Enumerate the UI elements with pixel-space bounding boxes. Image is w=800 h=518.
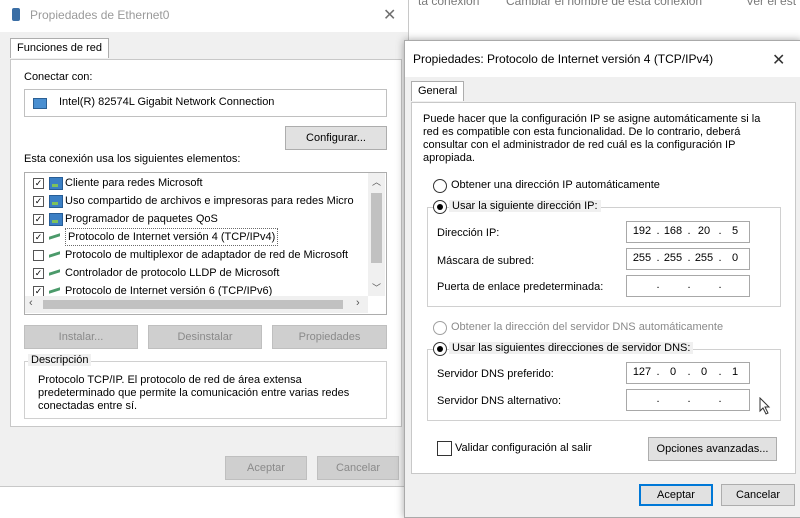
- vertical-scrollbar[interactable]: ︿ ﹀: [368, 173, 385, 296]
- ip-address-input[interactable]: 192. 168. 20. 5: [626, 221, 750, 243]
- ip-label: Dirección IP:: [437, 227, 500, 239]
- protocol-icon: [49, 269, 60, 276]
- connect-using-label: Conectar con:: [24, 71, 93, 83]
- qos-icon: [49, 213, 63, 226]
- checkbox[interactable]: ✓: [33, 268, 44, 279]
- elements-label: Esta conexión usa los siguientes element…: [24, 153, 241, 165]
- checkbox[interactable]: ✓: [33, 214, 44, 225]
- alternate-dns-input[interactable]: ...: [626, 389, 750, 411]
- protocol-icon: [49, 251, 60, 258]
- properties-button[interactable]: Propiedades: [272, 325, 387, 349]
- network-client-icon: [49, 177, 63, 190]
- radio-manual-dns[interactable]: [433, 342, 447, 356]
- ipv4-properties-window: Propiedades: Protocolo de Internet versi…: [404, 40, 800, 518]
- protocol-icon: [49, 233, 60, 240]
- close-icon[interactable]: ✕: [383, 5, 396, 25]
- preferred-dns-input[interactable]: 127. 0. 0. 1: [626, 362, 750, 384]
- radio-auto-dns[interactable]: [433, 321, 447, 335]
- gateway-label: Puerta de enlace predeterminada:: [437, 281, 604, 293]
- checkbox[interactable]: ✓: [33, 178, 44, 189]
- configure-button[interactable]: Configurar...: [285, 126, 387, 150]
- checkbox[interactable]: ✓: [33, 232, 44, 243]
- subnet-mask-input[interactable]: 255. 255. 255. 0: [626, 248, 750, 270]
- bg-link-1[interactable]: ta conexión: [418, 0, 479, 8]
- list-item[interactable]: Protocolo de multiplexor de adaptador de…: [25, 246, 367, 264]
- radio-auto-ip-label[interactable]: Obtener una dirección IP automáticamente: [451, 179, 660, 191]
- tab-general[interactable]: General: [411, 81, 465, 101]
- bg-link-rename[interactable]: Cambiar el nombre de esta conexión: [506, 0, 702, 8]
- horizontal-scrollbar[interactable]: ‹ ›: [25, 296, 368, 313]
- title-bar: Propiedades de Ethernet0 ✕: [0, 0, 408, 32]
- scroll-down-icon[interactable]: ﹀: [372, 281, 381, 294]
- scroll-left-icon[interactable]: ‹: [29, 297, 33, 309]
- cancel-button[interactable]: Cancelar: [317, 456, 399, 480]
- validate-label[interactable]: Validar configuración al salir: [455, 442, 592, 454]
- install-button[interactable]: Instalar...: [24, 325, 138, 349]
- network-icon: [12, 8, 20, 21]
- mouse-cursor-icon: [759, 397, 771, 415]
- checkbox[interactable]: ✓: [33, 196, 44, 207]
- adapter-icon: [33, 98, 47, 109]
- checkbox[interactable]: [33, 250, 44, 261]
- radio-manual-ip-label[interactable]: Usar la siguiente dirección IP:: [449, 200, 601, 212]
- radio-auto-ip[interactable]: [433, 179, 447, 193]
- file-sharing-icon: [49, 195, 63, 208]
- scroll-thumb-h[interactable]: [43, 300, 343, 309]
- scroll-up-icon[interactable]: ︿: [372, 175, 381, 188]
- gateway-input[interactable]: ...: [626, 275, 750, 297]
- validate-checkbox[interactable]: [437, 441, 452, 456]
- protocol-icon: [49, 287, 60, 294]
- adapter-field: Intel(R) 82574L Gigabit Network Connecti…: [24, 89, 387, 117]
- radio-manual-dns-label[interactable]: Usar las siguientes direcciones de servi…: [449, 342, 694, 354]
- dns2-label: Servidor DNS alternativo:: [437, 395, 562, 407]
- uninstall-button[interactable]: Desinstalar: [148, 325, 262, 349]
- radio-auto-dns-label[interactable]: Obtener la dirección del servidor DNS au…: [451, 321, 723, 333]
- ok-button[interactable]: Aceptar: [639, 484, 713, 506]
- adapter-name: Intel(R) 82574L Gigabit Network Connecti…: [59, 96, 275, 108]
- ethernet-properties-window: Propiedades de Ethernet0 ✕ Funciones de …: [0, 0, 409, 487]
- description-text: Protocolo TCP/IP. El protocolo de red de…: [38, 374, 350, 412]
- radio-manual-ip[interactable]: [433, 200, 447, 214]
- close-icon[interactable]: ✕: [772, 50, 785, 70]
- scroll-thumb[interactable]: [371, 193, 382, 263]
- window-title: Propiedades de Ethernet0: [30, 8, 170, 22]
- list-item[interactable]: ✓ Programador de paquetes QoS: [25, 210, 367, 228]
- elements-list[interactable]: ✓ Cliente para redes Microsoft ✓ Uso com…: [24, 172, 387, 315]
- mask-label: Máscara de subred:: [437, 255, 535, 267]
- ok-button[interactable]: Aceptar: [225, 456, 307, 480]
- tab-network-functions[interactable]: Funciones de red: [10, 38, 109, 58]
- intro-text: Puede hacer que la configuración IP se a…: [423, 113, 761, 164]
- bg-link-3[interactable]: Ver el est: [746, 0, 796, 8]
- list-item[interactable]: ✓ Uso compartido de archivos e impresora…: [25, 192, 367, 210]
- list-item[interactable]: ✓ Controlador de protocolo LLDP de Micro…: [25, 264, 367, 282]
- advanced-button[interactable]: Opciones avanzadas...: [648, 437, 777, 461]
- window-title: Propiedades: Protocolo de Internet versi…: [413, 52, 714, 66]
- list-item-selected[interactable]: ✓ Protocolo de Internet versión 4 (TCP/I…: [25, 228, 367, 246]
- dns1-label: Servidor DNS preferido:: [437, 368, 554, 380]
- list-item[interactable]: ✓ Cliente para redes Microsoft: [25, 174, 367, 192]
- scroll-right-icon[interactable]: ›: [356, 297, 360, 309]
- cancel-button[interactable]: Cancelar: [721, 484, 795, 506]
- description-title: Descripción: [28, 354, 92, 366]
- title-bar: Propiedades: Protocolo de Internet versi…: [405, 41, 800, 77]
